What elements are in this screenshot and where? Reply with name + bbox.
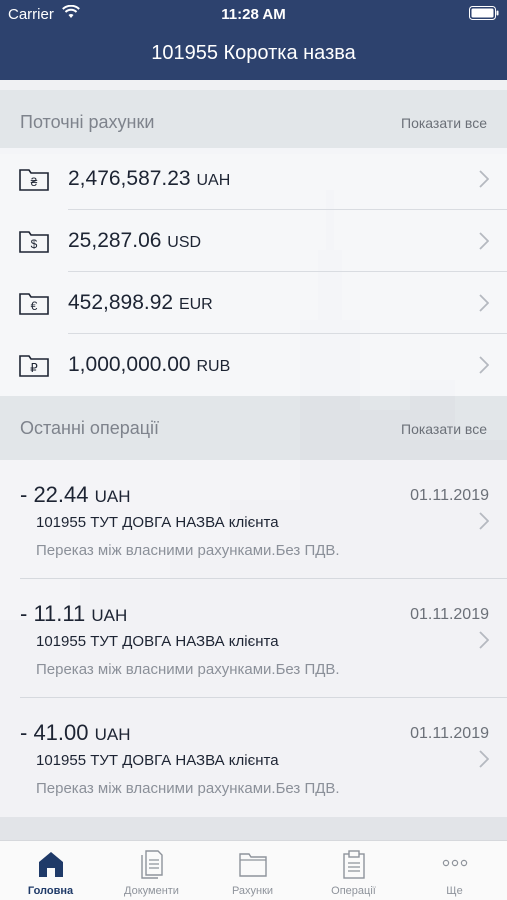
operation-client: 101955 ТУТ ДОВГА НАЗВА клієнта [36, 514, 279, 531]
account-row-usd[interactable]: $ 25,287.06 USD [0, 210, 507, 272]
chevron-right-icon [479, 356, 489, 374]
operation-description: Переказ між власними рахунками.Без ПДВ. [36, 661, 340, 678]
operation-amount: - 22.44 UAH [20, 482, 131, 507]
tab-label: Ще [446, 885, 463, 897]
current-accounts-title: Поточні рахунки [20, 112, 155, 132]
tab-home[interactable]: Головна [0, 841, 101, 900]
recent-operations-show-all-link[interactable]: Показати все [401, 421, 487, 437]
account-row-uah[interactable]: ₴ 2,476,587.23 UAH [0, 148, 507, 210]
operation-description: Переказ між власними рахунками.Без ПДВ. [36, 780, 340, 797]
documents-icon [141, 850, 163, 879]
operation-currency: UAH [94, 487, 131, 506]
account-currency: UAH [196, 172, 231, 189]
chevron-right-icon [479, 170, 489, 188]
account-amount: 1,000,000.00 RUB [68, 353, 231, 376]
operation-amount: - 11.11 UAH [20, 601, 128, 626]
svg-text:₴: ₴ [31, 175, 38, 189]
status-bar: Carrier 11:28 AM [0, 0, 507, 28]
ruble-folder-icon: ₽ [19, 355, 49, 377]
account-currency: EUR [178, 296, 213, 313]
chevron-right-icon [479, 232, 489, 250]
folder-icon [239, 853, 267, 877]
account-row-eur[interactable]: € 452,898.92 EUR [0, 272, 507, 334]
chevron-right-icon [479, 512, 489, 530]
euro-folder-icon: € [19, 293, 49, 315]
svg-text:$: $ [31, 237, 38, 251]
current-accounts-show-all-link[interactable]: Показати все [401, 115, 487, 131]
tab-accounts[interactable]: Рахунки [202, 841, 303, 900]
bottom-tab-bar: Головна Документи Рахунки Операції Ще [0, 840, 507, 900]
operation-currency: UAH [91, 606, 128, 625]
operation-date: 01.11.2019 [410, 725, 489, 742]
chevron-right-icon [479, 750, 489, 768]
operation-row[interactable]: - 41.00 UAH 01.11.2019 101955 ТУТ ДОВГА … [0, 698, 507, 817]
tab-label: Документи [124, 885, 179, 897]
tab-label: Головна [27, 885, 74, 897]
operation-row[interactable]: - 11.11 UAH 01.11.2019 101955 ТУТ ДОВГА … [0, 579, 507, 698]
dollar-folder-icon: $ [19, 231, 49, 253]
more-icon [442, 859, 468, 867]
hryvnia-folder-icon: ₴ [19, 169, 49, 191]
tab-label: Рахунки [231, 885, 274, 897]
clipboard-icon [343, 850, 365, 879]
tab-documents[interactable]: Документи [101, 841, 202, 900]
account-amount: 452,898.92 EUR [68, 291, 213, 314]
chevron-right-icon [479, 631, 489, 649]
account-amount: 2,476,587.23 UAH [68, 167, 231, 190]
account-currency: USD [167, 234, 202, 251]
page-title: 101955 Коротка назва [151, 42, 356, 64]
svg-text:₽: ₽ [30, 361, 38, 375]
chevron-right-icon [479, 294, 489, 312]
home-icon [39, 852, 63, 877]
recent-operations-title: Останні операції [20, 418, 160, 438]
operation-row[interactable]: - 22.44 UAH 01.11.2019 101955 ТУТ ДОВГА … [0, 460, 507, 579]
operation-description: Переказ між власними рахунками.Без ПДВ. [36, 542, 340, 559]
tab-operations[interactable]: Операції [303, 841, 404, 900]
status-time: 11:28 AM [221, 6, 286, 23]
tab-more[interactable]: Ще [404, 841, 505, 900]
battery-icon [469, 6, 499, 20]
operation-date: 01.11.2019 [410, 487, 489, 504]
account-amount: 25,287.06 USD [68, 229, 202, 252]
operation-currency: UAH [94, 725, 131, 744]
tab-label: Операції [331, 885, 376, 897]
operation-amount: - 41.00 UAH [20, 720, 131, 745]
operation-client: 101955 ТУТ ДОВГА НАЗВА клієнта [36, 752, 279, 769]
operation-date: 01.11.2019 [410, 606, 489, 623]
recent-operations-header: Останні операції Показати все [0, 396, 507, 460]
app-header: Carrier 11:28 AM 101955 Коротка назва [0, 0, 507, 80]
account-row-rub[interactable]: ₽ 1,000,000.00 RUB [0, 334, 507, 396]
account-currency: RUB [196, 358, 231, 375]
svg-text:€: € [31, 299, 38, 313]
current-accounts-header: Поточні рахунки Показати все [0, 90, 507, 154]
operation-client: 101955 ТУТ ДОВГА НАЗВА клієнта [36, 633, 279, 650]
